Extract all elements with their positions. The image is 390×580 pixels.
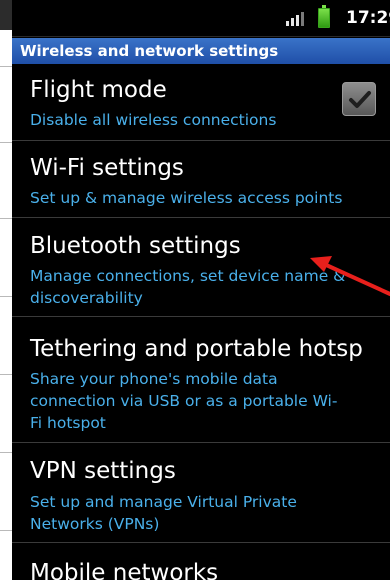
setting-flight-mode[interactable]: Flight mode Disable all wireless connect… (12, 64, 390, 141)
screenshot-frame: 17:29 Wireless and network settings Flig… (0, 0, 390, 580)
signal-bars-icon (286, 12, 306, 26)
setting-title: Flight mode (30, 77, 167, 103)
divider (0, 452, 12, 453)
setting-title: Mobile networks (30, 560, 219, 580)
setting-tethering[interactable]: Tethering and portable hotsp Share your … (12, 317, 390, 443)
divider (0, 296, 12, 297)
divider (0, 142, 12, 143)
divider (0, 218, 12, 219)
checkmark-icon (349, 91, 371, 108)
divider (0, 66, 12, 67)
setting-title: Tethering and portable hotsp (30, 336, 363, 362)
setting-summary: Share your phone's mobile data connectio… (30, 370, 338, 432)
divider (0, 530, 12, 531)
setting-summary: Set up & manage wireless access points (30, 189, 343, 207)
flight-mode-checkbox[interactable] (342, 82, 376, 116)
adjacent-status-strip (0, 0, 12, 30)
adjacent-screen-edge (0, 0, 12, 580)
setting-summary: Disable all wireless connections (30, 111, 277, 129)
battery-icon (318, 5, 330, 28)
divider (0, 374, 12, 375)
setting-summary: Set up and manage Virtual Private Networ… (30, 493, 297, 533)
setting-title: Wi-Fi settings (30, 155, 184, 181)
status-bar: 17:29 (12, 0, 390, 37)
status-time: 17:29 (346, 8, 390, 28)
annotation-arrow-icon (310, 256, 390, 296)
setting-title: Bluetooth settings (30, 233, 241, 259)
setting-vpn[interactable]: VPN settings Set up and manage Virtual P… (12, 443, 390, 543)
setting-wifi[interactable]: Wi-Fi settings Set up & manage wireless … (12, 141, 390, 218)
setting-title: VPN settings (30, 458, 176, 484)
section-header: Wireless and network settings (12, 38, 390, 64)
setting-mobile-networks[interactable]: Mobile networks (12, 543, 390, 580)
